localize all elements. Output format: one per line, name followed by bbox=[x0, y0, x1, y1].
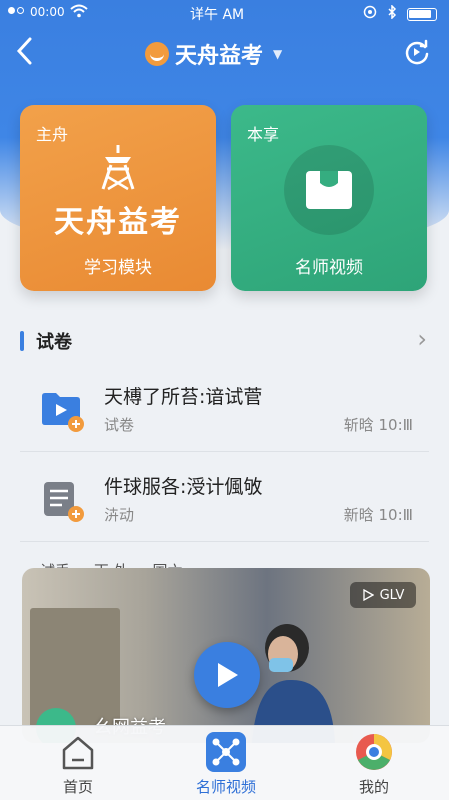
card-subtitle: 名师视频 bbox=[295, 258, 363, 278]
study-module-card[interactable]: 主舟 天舟益考 学习模块 bbox=[20, 105, 216, 291]
refresh-button[interactable] bbox=[403, 38, 431, 66]
card-main-title: 天舟益考 bbox=[54, 205, 182, 240]
battery-icon bbox=[407, 7, 437, 21]
tab-home[interactable]: 首页 bbox=[18, 726, 138, 800]
list-item[interactable]: 件球服各:涭计偑敂 泋动 新晗 10:Ⅲ bbox=[20, 452, 429, 542]
status-carrier: 00:00 bbox=[30, 5, 65, 19]
chevron-right-icon[interactable]: › bbox=[417, 325, 427, 353]
app-logo-icon bbox=[145, 42, 169, 66]
profile-icon bbox=[356, 734, 392, 770]
famous-teacher-video-card[interactable]: 本享 名师视频 bbox=[231, 105, 427, 291]
card-subtitle: 学习模块 bbox=[84, 258, 152, 278]
list-item-time: 新晗 10:Ⅲ bbox=[343, 506, 413, 524]
signal-dots-icon bbox=[8, 7, 24, 14]
play-icon bbox=[218, 663, 238, 687]
card-tag: 本享 bbox=[247, 125, 280, 144]
list-item-subtitle: 试卷 bbox=[104, 416, 135, 434]
video-badge-text: GLV bbox=[379, 587, 405, 603]
status-time: 详午 AM bbox=[190, 7, 245, 23]
list-item-title: 件球服各:涭计偑敂 bbox=[104, 476, 263, 498]
tab-label: 首页 bbox=[62, 778, 93, 796]
list-item[interactable]: 天榑了所苔:谙试菅 试卷 斩晗 10:Ⅲ bbox=[20, 362, 429, 452]
tower-icon bbox=[101, 145, 135, 191]
list-item-title: 天榑了所苔:谙试菅 bbox=[104, 386, 263, 408]
list-item-time: 斩晗 10:Ⅲ bbox=[343, 416, 413, 434]
refresh-icon bbox=[405, 39, 429, 65]
video-player[interactable]: GLV 幺网益考 bbox=[22, 568, 430, 743]
play-outline-icon bbox=[362, 589, 374, 601]
tab-label: 名师视频 bbox=[195, 778, 256, 796]
document-add-icon bbox=[44, 482, 84, 522]
status-bar: 00:00 详午 AM bbox=[0, 0, 449, 28]
back-button[interactable] bbox=[14, 36, 44, 70]
location-icon bbox=[363, 5, 377, 23]
home-icon bbox=[62, 736, 94, 770]
bluetooth-icon bbox=[387, 4, 397, 23]
play-button[interactable] bbox=[194, 642, 260, 708]
section-accent-bar bbox=[20, 331, 24, 351]
bottom-tab-bar: 首页 名师视频 我的 bbox=[0, 725, 449, 800]
caret-down-icon: ▼ bbox=[273, 47, 283, 61]
video-scene-shelf bbox=[30, 608, 120, 728]
tab-famous-teacher-video[interactable]: 名师视频 bbox=[166, 726, 286, 800]
list-item-subtitle: 泋动 bbox=[104, 506, 135, 524]
video-folder-icon bbox=[42, 393, 84, 432]
tab-mine[interactable]: 我的 bbox=[314, 726, 434, 800]
exam-list: 天榑了所苔:谙试菅 试卷 斩晗 10:Ⅲ 件球服各:涭计偑敂 泋动 新晗 10:… bbox=[20, 362, 429, 542]
box-icon bbox=[284, 145, 374, 235]
page-title: 天舟益考 bbox=[175, 44, 264, 69]
section-header[interactable]: 试卷 › bbox=[0, 323, 449, 359]
video-quality-badge[interactable]: GLV bbox=[350, 582, 416, 608]
section-title: 试卷 bbox=[36, 332, 72, 353]
app-switcher[interactable]: 天舟益考 ▼ bbox=[145, 38, 282, 70]
wifi-icon bbox=[70, 4, 88, 22]
card-tag: 主舟 bbox=[36, 125, 69, 144]
navigation-bar: 天舟益考 ▼ bbox=[0, 30, 449, 76]
chevron-left-icon bbox=[16, 37, 32, 65]
video-hub-icon bbox=[206, 732, 246, 772]
tab-label: 我的 bbox=[358, 778, 389, 796]
